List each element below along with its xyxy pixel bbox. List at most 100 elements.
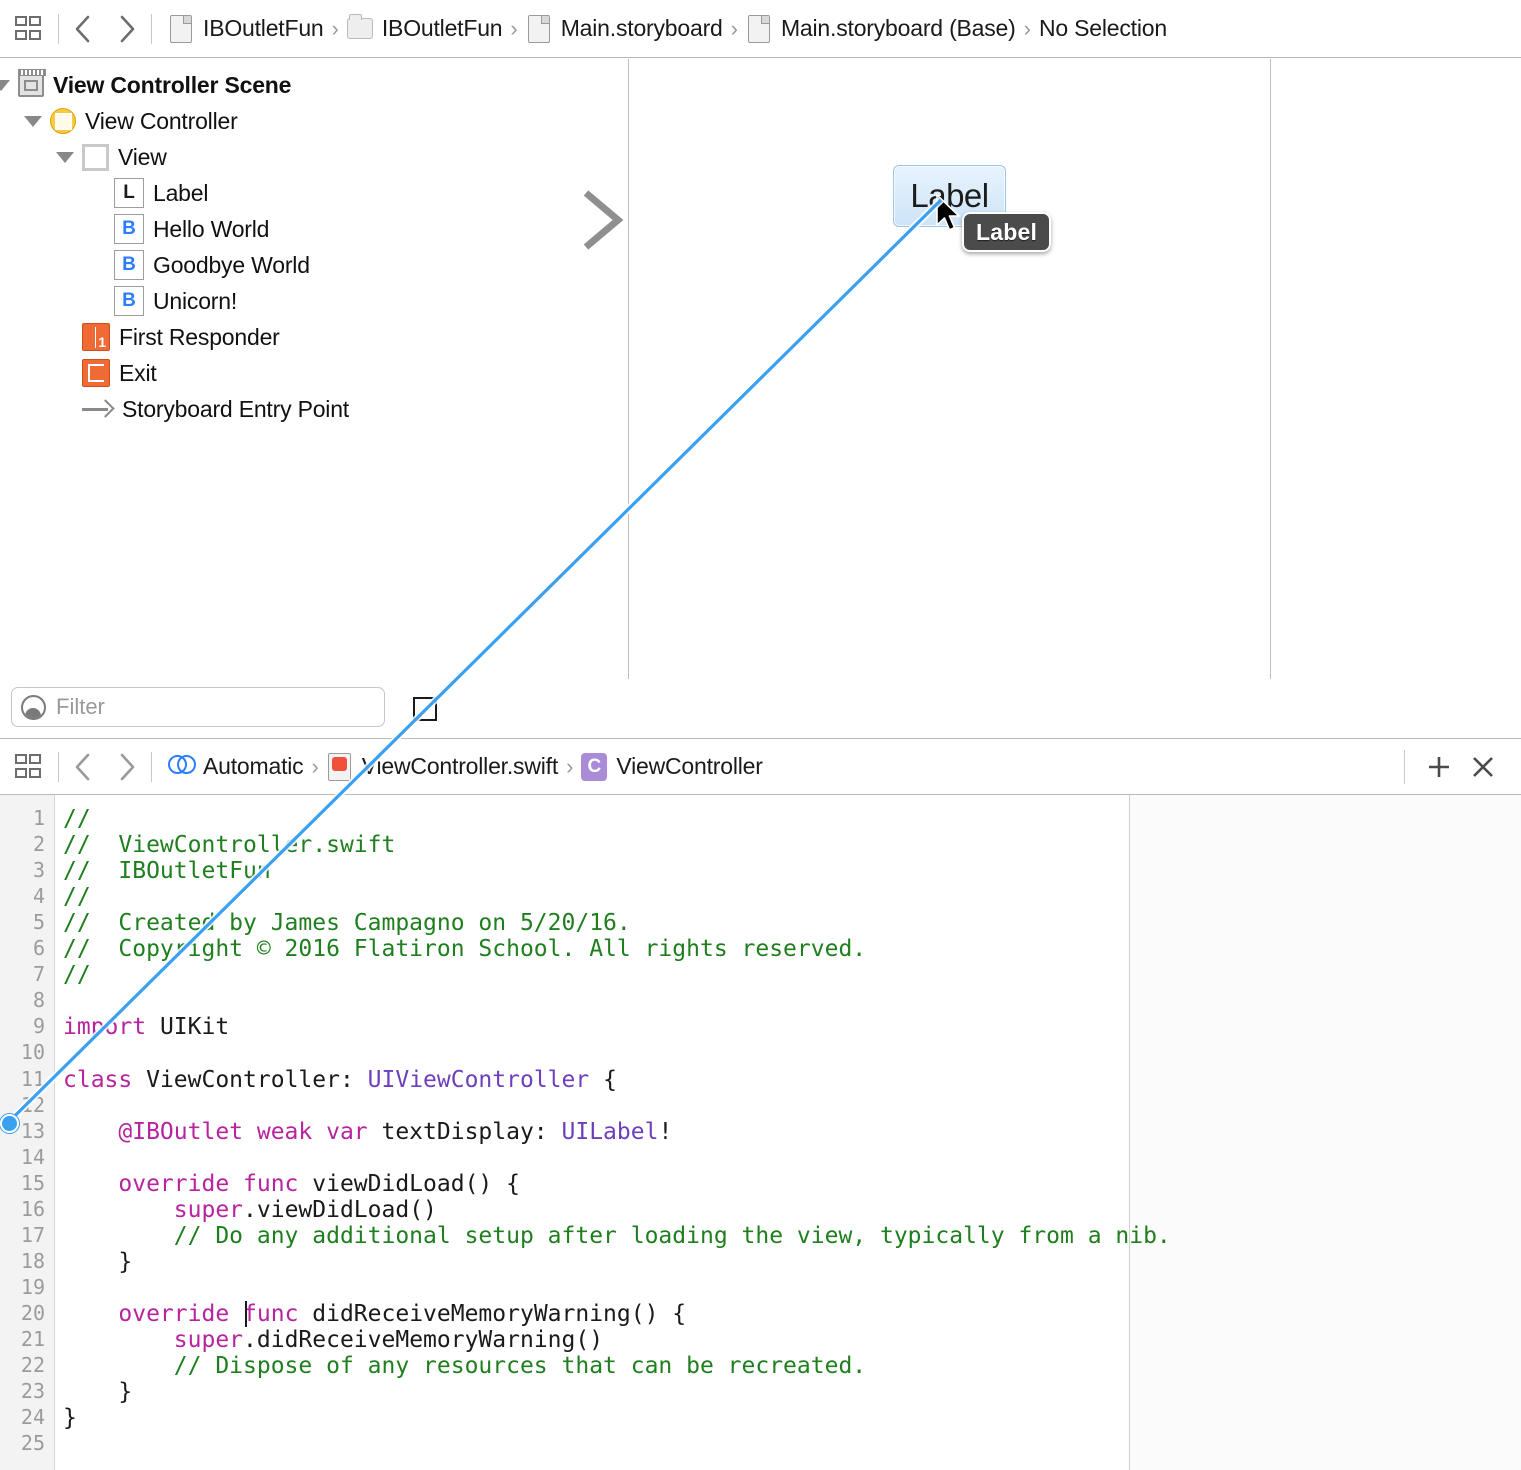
outline-item-storyboard-entry-point[interactable]: Storyboard Entry Point [82,391,349,427]
forward-button[interactable] [105,747,149,787]
storyboard-entry-arrow-icon [446,190,624,250]
line-number: 3 [32,858,45,883]
code-token: // Created by James Campagno on 5/20/16. [63,910,631,937]
code-token: ViewController: [132,1066,368,1093]
breadcrumb-item-project[interactable]: IBOutletFun [168,14,324,44]
code-token: import [63,1014,147,1041]
code-token: .didReceiveMemoryWarning() [243,1327,604,1353]
outline-item-label[interactable]: L Label [114,175,208,211]
close-editor-button[interactable] [1461,745,1505,789]
code-line[interactable]: // Created by James Campagno on 5/20/16. [63,910,631,936]
outline-item-view[interactable]: View [56,139,167,175]
code-line[interactable]: } [63,1249,132,1275]
breadcrumb-label: Main.storyboard [560,15,723,41]
line-number: 8 [32,988,45,1013]
breadcrumb-separator: › [311,753,319,779]
line-number: 16 [20,1196,45,1221]
divider [1404,749,1405,784]
code-line[interactable]: super.viewDidLoad() [63,1197,437,1223]
code-token: ! [658,1118,673,1145]
code-line[interactable]: } [63,1405,77,1431]
code-line[interactable]: // Copyright © 2016 Flatiron School. All… [63,936,866,962]
disclosure-triangle-icon[interactable] [24,115,42,127]
code-line[interactable]: // ViewController.swift [63,832,395,858]
assistant-editor-icon [168,752,196,782]
code-token: didReceiveMemoryWarning() { [298,1300,687,1327]
code-line[interactable]: // [63,806,91,832]
outline-item-label: Label [153,179,209,206]
filter-input[interactable]: Filter [11,687,385,727]
breadcrumb-item-folder[interactable]: IBOutletFun [346,14,503,44]
outline-item-label: View Controller [85,107,238,134]
breadcrumb-item-storyboard[interactable]: Main.storyboard [526,14,723,44]
outline-item-label: Unicorn! [153,287,238,314]
breadcrumb: Automatic › ViewController.swift › C Vie… [154,752,1402,782]
outline-item-exit[interactable]: Exit [82,355,157,391]
code-line[interactable]: } [63,1379,132,1405]
breadcrumb-item-class[interactable]: C ViewController [581,752,763,782]
breadcrumb-item-storyboard-base[interactable]: Main.storyboard (Base) [746,14,1016,44]
view-controller-mini-icon[interactable] [413,697,437,721]
line-number: 6 [32,936,45,961]
line-number: 19 [20,1274,45,1299]
code-line[interactable]: super.didReceiveMemoryWarning() [63,1327,603,1353]
divider [151,13,152,44]
outline-item-unicorn[interactable]: B Unicorn! [114,283,237,319]
code-token: func [243,1300,299,1327]
back-button[interactable] [61,9,105,49]
outline-item-view-controller-scene[interactable]: View Controller Scene [0,67,291,103]
breadcrumb-label: Automatic [203,753,304,779]
code-line[interactable]: override func viewDidLoad() { [63,1171,520,1197]
outline-item-hello-world[interactable]: B Hello World [114,211,269,247]
add-editor-button[interactable] [1417,745,1461,789]
code-token: // [63,884,91,911]
code-line[interactable]: // Do any additional setup after loading… [63,1223,1171,1249]
breadcrumb-item-automatic[interactable]: Automatic [168,752,304,782]
outline-item-first-responder[interactable]: First Responder [82,319,280,355]
code-line[interactable]: // IBOutletFun [63,858,271,884]
code-line[interactable]: // [63,962,91,988]
breadcrumb-item-selection[interactable]: No Selection [1039,15,1167,42]
outlet-connection-endpoint[interactable] [0,1113,19,1133]
outline-item-label: Goodbye World [153,251,310,278]
class-icon: C [581,752,608,782]
code-line[interactable]: import UIKit [63,1014,229,1040]
outline-item-view-controller[interactable]: View Controller [24,103,238,139]
code-line[interactable]: override func didReceiveMemoryWarning() … [63,1301,686,1327]
outline-item-goodbye-world[interactable]: B Goodbye World [114,247,310,283]
swift-file-icon [327,752,353,782]
canvas-divider-left [628,59,629,679]
disclosure-triangle-icon[interactable] [0,79,10,91]
breadcrumb-item-swift-file[interactable]: ViewController.swift [327,752,558,782]
forward-button[interactable] [105,9,149,49]
breadcrumb-label: No Selection [1038,15,1167,41]
outline-filter-bar: Filter [0,676,396,738]
line-number: 21 [20,1327,45,1351]
code-line[interactable]: // Dispose of any resources that can be … [63,1353,866,1379]
line-number: 5 [32,910,45,935]
code-token: viewDidLoad() { [298,1170,520,1197]
folder-icon [346,14,373,44]
storyboard-canvas[interactable]: Label Label [396,59,1521,738]
related-items-icon[interactable] [0,753,56,781]
line-number: 14 [20,1144,45,1169]
editor-vertical-divider [1129,795,1130,1470]
related-items-icon[interactable] [0,15,56,43]
back-button[interactable] [61,747,105,787]
disclosure-triangle-icon[interactable] [56,151,74,163]
line-number: 1 [32,806,45,830]
code-line[interactable]: // [63,884,91,910]
code-token: override func [118,1170,299,1197]
exit-icon [82,359,110,387]
line-number: 12 [20,1092,45,1117]
code-line[interactable]: @IBOutlet weak var textDisplay: UILabel! [63,1119,672,1145]
code-token: // [63,806,91,832]
code-token: { [589,1066,617,1093]
code-line[interactable]: class ViewController: UIViewController { [63,1067,617,1093]
code-editor[interactable]: 1 2 3 4 5 6 7 8 9 10 11 12 13 14 15 16 17 18 19 20 21 22 23 24 2… [0,795,1521,1470]
